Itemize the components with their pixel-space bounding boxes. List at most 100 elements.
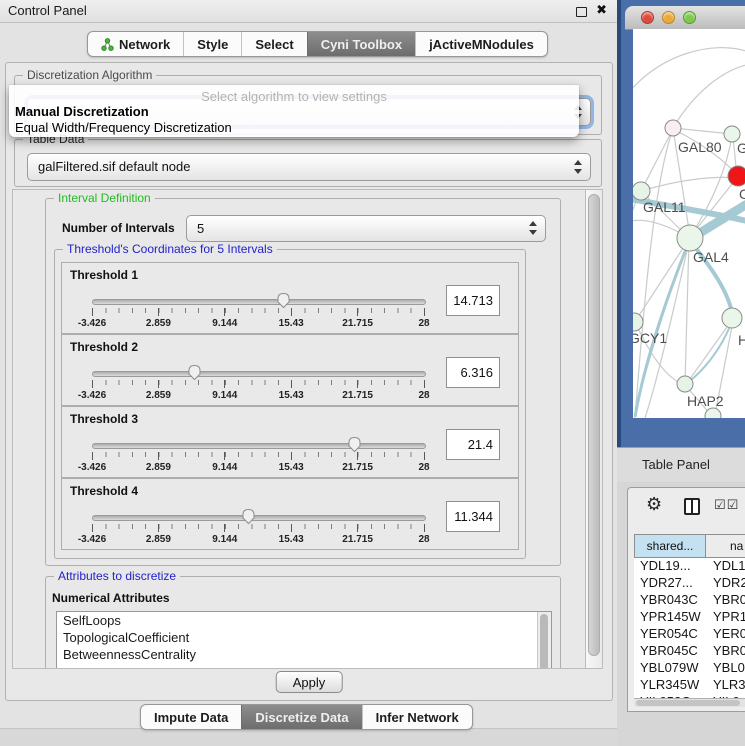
network-node[interactable] [728, 166, 745, 186]
tab-label: Style [197, 37, 228, 52]
tab-jactivemnodules[interactable]: jActiveMNodules [415, 32, 547, 56]
threshold-box: Threshold 4-3.4262.8599.14415.4321.71528 [61, 478, 519, 550]
threshold-label: Threshold 3 [70, 412, 138, 426]
network-node[interactable] [633, 182, 650, 200]
tab-cyni-toolbox[interactable]: Cyni Toolbox [307, 32, 415, 56]
cell-shared-name[interactable]: YBR043C [634, 592, 707, 609]
num-intervals-combobox[interactable]: 5 [186, 215, 546, 242]
table-row[interactable]: YBL079WYBL0 [634, 660, 745, 677]
network-node[interactable] [665, 120, 681, 136]
close-icon[interactable]: ✖ [596, 2, 607, 18]
threshold-slider-track[interactable] [92, 299, 426, 305]
table-row[interactable]: YDR27...YDR2 [634, 575, 745, 592]
network-node[interactable] [633, 313, 643, 331]
network-edge[interactable] [636, 239, 689, 320]
list-scrollbar-thumb[interactable] [540, 614, 548, 669]
table-data-combobox[interactable]: galFiltered.sif default node [27, 153, 591, 181]
cell-name[interactable]: YDR2 [707, 575, 745, 592]
table-hscrollbar[interactable] [634, 698, 745, 707]
network-node[interactable] [677, 225, 703, 251]
table-row[interactable]: YLR345WYLR3 [634, 677, 745, 694]
slider-major-tick [224, 452, 225, 460]
table-row[interactable]: YPR145WYPR1 [634, 609, 745, 626]
zoom-light[interactable] [683, 11, 696, 24]
float-window-icon[interactable] [576, 7, 587, 17]
cell-name[interactable]: YDL1 [707, 558, 745, 575]
tab-label: Infer Network [376, 710, 459, 725]
minimize-light[interactable] [662, 11, 675, 24]
network-node[interactable] [677, 376, 693, 392]
network-edge[interactable] [641, 177, 736, 191]
list-scrollbar[interactable] [537, 612, 551, 669]
table-row[interactable]: YBR045CYBR0 [634, 643, 745, 660]
tab-impute-data[interactable]: Impute Data [141, 705, 241, 729]
cell-shared-name[interactable]: YBR045C [634, 643, 707, 660]
cell-shared-name[interactable]: YDR27... [634, 575, 707, 592]
table-row[interactable]: YBR043CYBR0 [634, 592, 745, 609]
close-light[interactable] [641, 11, 654, 24]
network-edge[interactable] [635, 129, 673, 418]
cell-name[interactable]: YBR0 [707, 643, 745, 660]
threshold-value-field[interactable] [446, 429, 500, 460]
columns-icon[interactable] [684, 498, 700, 515]
gear-icon[interactable]: ⚙ [646, 494, 662, 515]
checkbox-icons[interactable]: ☑☑ [714, 497, 739, 513]
table-row[interactable]: YDL19...YDL1 [634, 558, 745, 575]
threshold-value-field[interactable] [446, 501, 500, 532]
slider-major-tick [424, 524, 425, 532]
network-edge[interactable] [673, 65, 745, 128]
tab-label: jActiveMNodules [429, 37, 534, 52]
popup-item-equal-width-frequency[interactable]: Equal Width/Frequency Discretization [15, 120, 232, 135]
network-edge[interactable] [641, 129, 673, 191]
threshold-slider-thumb[interactable] [241, 508, 256, 525]
tab-label: Discretize Data [255, 710, 348, 725]
cell-name[interactable]: YER0 [707, 626, 745, 643]
threshold-slider-track[interactable] [92, 515, 426, 521]
popup-item-manual-discretization[interactable]: Manual Discretization [15, 104, 149, 119]
network-node[interactable] [722, 308, 742, 328]
table-panel-title: Table Panel [642, 457, 710, 472]
main-scrollbar-thumb[interactable] [588, 194, 600, 656]
cell-shared-name[interactable]: YLR345W [634, 677, 707, 694]
main-scrollbar[interactable] [585, 189, 603, 669]
cell-name[interactable]: YBR0 [707, 592, 745, 609]
slider-major-tick [424, 308, 425, 316]
tab-network[interactable]: Network [88, 32, 183, 56]
threshold-slider-track[interactable] [92, 443, 426, 449]
tab-discretize-data[interactable]: Discretize Data [241, 705, 361, 729]
network-edge[interactable] [687, 320, 732, 383]
network-edge[interactable] [685, 240, 689, 383]
attribute-list-item[interactable]: SelfLoops [57, 612, 551, 629]
threshold-slider-thumb[interactable] [276, 292, 291, 309]
tab-select[interactable]: Select [241, 32, 306, 56]
threshold-slider-track[interactable] [92, 371, 426, 377]
attribute-list-item[interactable]: TopologicalCoefficient [57, 629, 551, 646]
tab-style[interactable]: Style [183, 32, 241, 56]
network-node-label: GAL80 [678, 139, 722, 155]
threshold-value-field[interactable] [446, 285, 500, 316]
cell-name[interactable]: YLR3 [707, 677, 745, 694]
network-canvas[interactable]: GAL80GACGAL11GAL4GCY1HHAP2 [633, 29, 745, 418]
slider-tick-label: 15.43 [279, 462, 304, 473]
column-header-name[interactable]: na [706, 535, 745, 557]
network-edge[interactable] [633, 48, 745, 91]
threshold-value-field[interactable] [446, 357, 500, 388]
table-hscrollbar-thumb[interactable] [636, 700, 740, 706]
slider-major-tick [357, 308, 358, 316]
tab-infer-network[interactable]: Infer Network [362, 705, 472, 729]
cell-shared-name[interactable]: YBL079W [634, 660, 707, 677]
network-node[interactable] [705, 408, 721, 418]
cell-shared-name[interactable]: YDL19... [634, 558, 707, 575]
threshold-slider-thumb[interactable] [347, 436, 362, 453]
apply-button[interactable]: Apply [276, 671, 343, 693]
slider-tick-label: 28 [418, 462, 429, 473]
attribute-list-item[interactable]: BetweennessCentrality [57, 646, 551, 663]
cell-name[interactable]: YPR1 [707, 609, 745, 626]
threshold-slider-thumb[interactable] [187, 364, 202, 381]
cell-shared-name[interactable]: YER054C [634, 626, 707, 643]
slider-tick-label: 15.43 [279, 534, 304, 545]
cell-shared-name[interactable]: YPR145W [634, 609, 707, 626]
column-header-shared[interactable]: shared... [635, 535, 706, 557]
table-row[interactable]: YER054CYER0 [634, 626, 745, 643]
cell-name[interactable]: YBL0 [707, 660, 745, 677]
